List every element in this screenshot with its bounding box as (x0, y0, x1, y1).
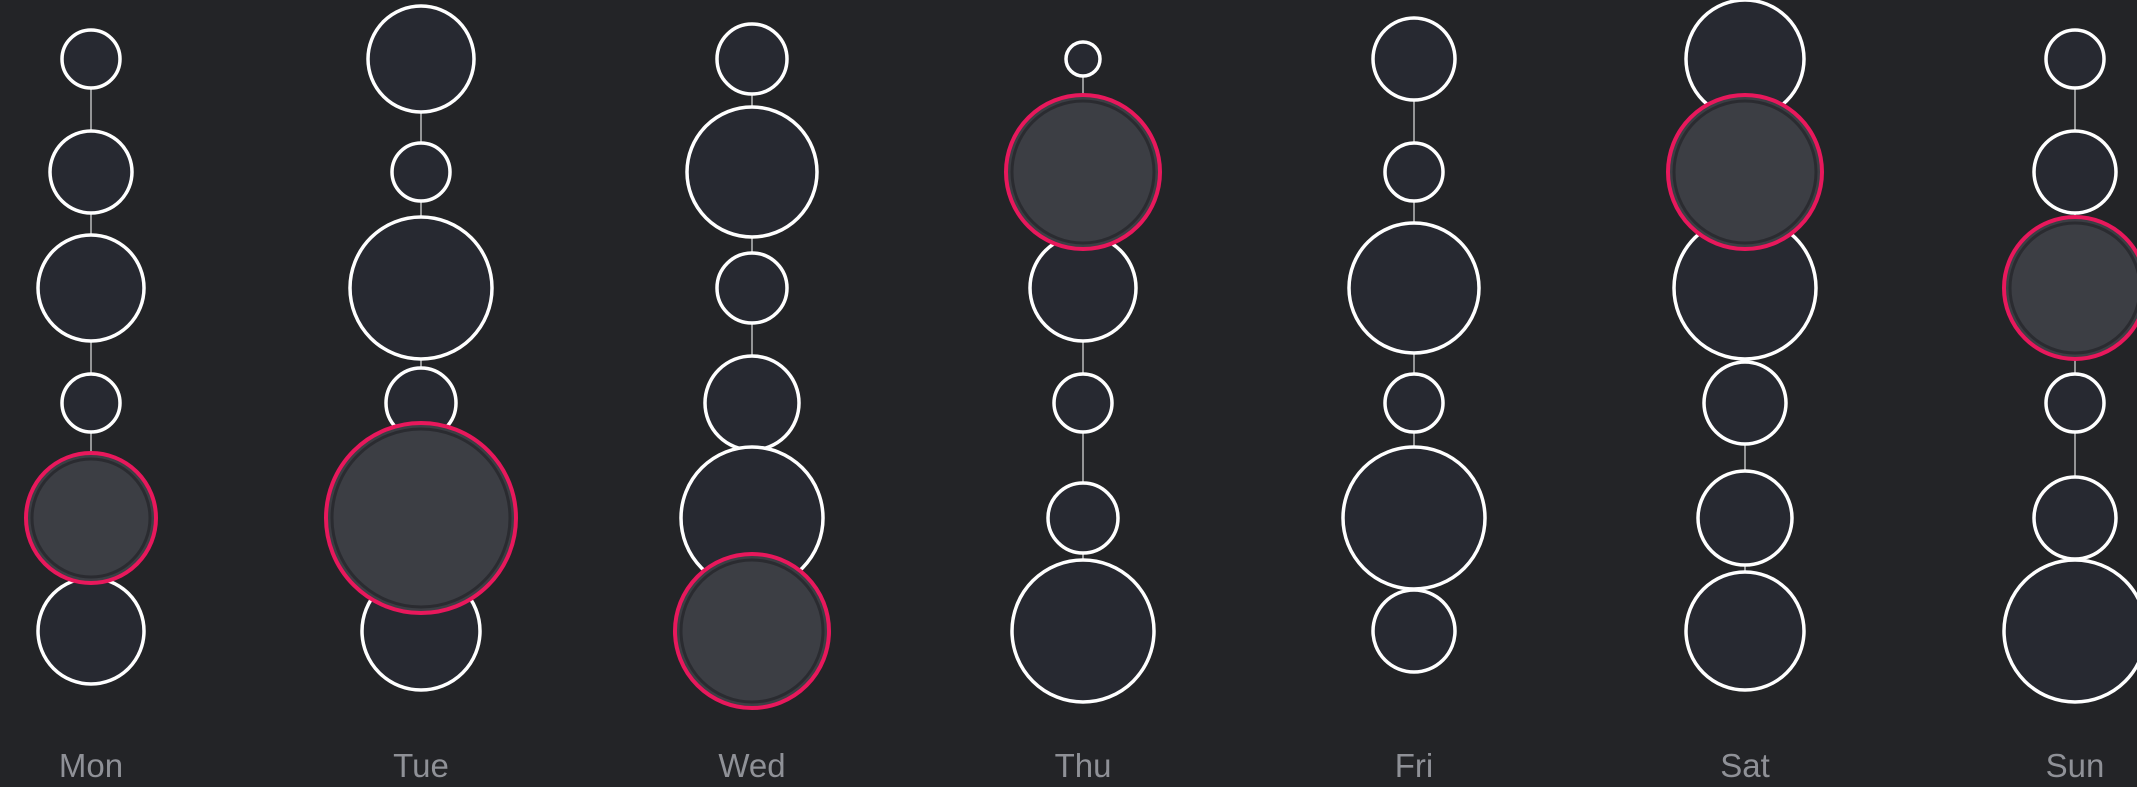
bubble-thu-5 (1010, 558, 1156, 704)
bubble-sun-1 (2032, 129, 2118, 215)
highlight-bubble-thu-1 (1004, 93, 1162, 251)
bubble-wed-0 (715, 22, 789, 96)
bubble-fri-5 (1371, 588, 1457, 674)
category-label-mon: Mon (59, 747, 123, 784)
bubble-layer (24, 0, 2137, 710)
category-label-fri: Fri (1395, 747, 1433, 784)
bubble-fri-0 (1371, 16, 1457, 102)
highlight-bubble-tue-4 (324, 421, 518, 615)
category-label-sat: Sat (1720, 747, 1770, 784)
bubble-sat-3 (1702, 360, 1788, 446)
bubble-sun-0 (2044, 28, 2106, 90)
bubble-sun-4 (2032, 475, 2118, 561)
bubble-tue-1 (390, 141, 452, 203)
bubble-sun-3 (2044, 372, 2106, 434)
category-label-thu: Thu (1055, 747, 1112, 784)
bubble-tue-2 (348, 215, 494, 361)
bubble-mon-5 (36, 576, 146, 686)
bubble-fri-2 (1347, 221, 1481, 355)
bubble-thu-0 (1064, 40, 1102, 78)
bubble-sat-4 (1696, 469, 1794, 567)
bubble-tue-0 (366, 4, 476, 114)
bubble-thu-4 (1046, 481, 1120, 555)
bubble-fri-1 (1383, 141, 1445, 203)
bubble-mon-0 (60, 28, 122, 90)
bubble-mon-2 (36, 233, 146, 343)
highlight-bubble-mon-4 (24, 451, 158, 585)
category-label-sun: Sun (2046, 747, 2105, 784)
bubble-fri-4 (1341, 445, 1487, 591)
bubble-mon-1 (48, 129, 134, 215)
bubble-wed-1 (685, 105, 819, 239)
bubble-mon-3 (60, 372, 122, 434)
label-layer: Mon Tue Wed Thu Fri Sat Sun (59, 747, 2104, 784)
bubble-wed-2 (715, 251, 789, 325)
chart-svg: Mon Tue Wed Thu Fri Sat Sun (24, 0, 2137, 784)
bubble-wed-3 (703, 354, 801, 452)
bubble-sun-5 (2002, 558, 2137, 704)
highlight-bubble-sat-1 (1666, 93, 1824, 251)
bubble-thu-3 (1052, 372, 1114, 434)
highlight-bubble-wed-5 (673, 552, 831, 710)
bubble-sat-5 (1684, 570, 1806, 692)
bubble-fri-3 (1383, 372, 1445, 434)
category-label-tue: Tue (393, 747, 449, 784)
bubble-chart: Mon Tue Wed Thu Fri Sat Sun (0, 0, 2137, 787)
category-label-wed: Wed (718, 747, 785, 784)
